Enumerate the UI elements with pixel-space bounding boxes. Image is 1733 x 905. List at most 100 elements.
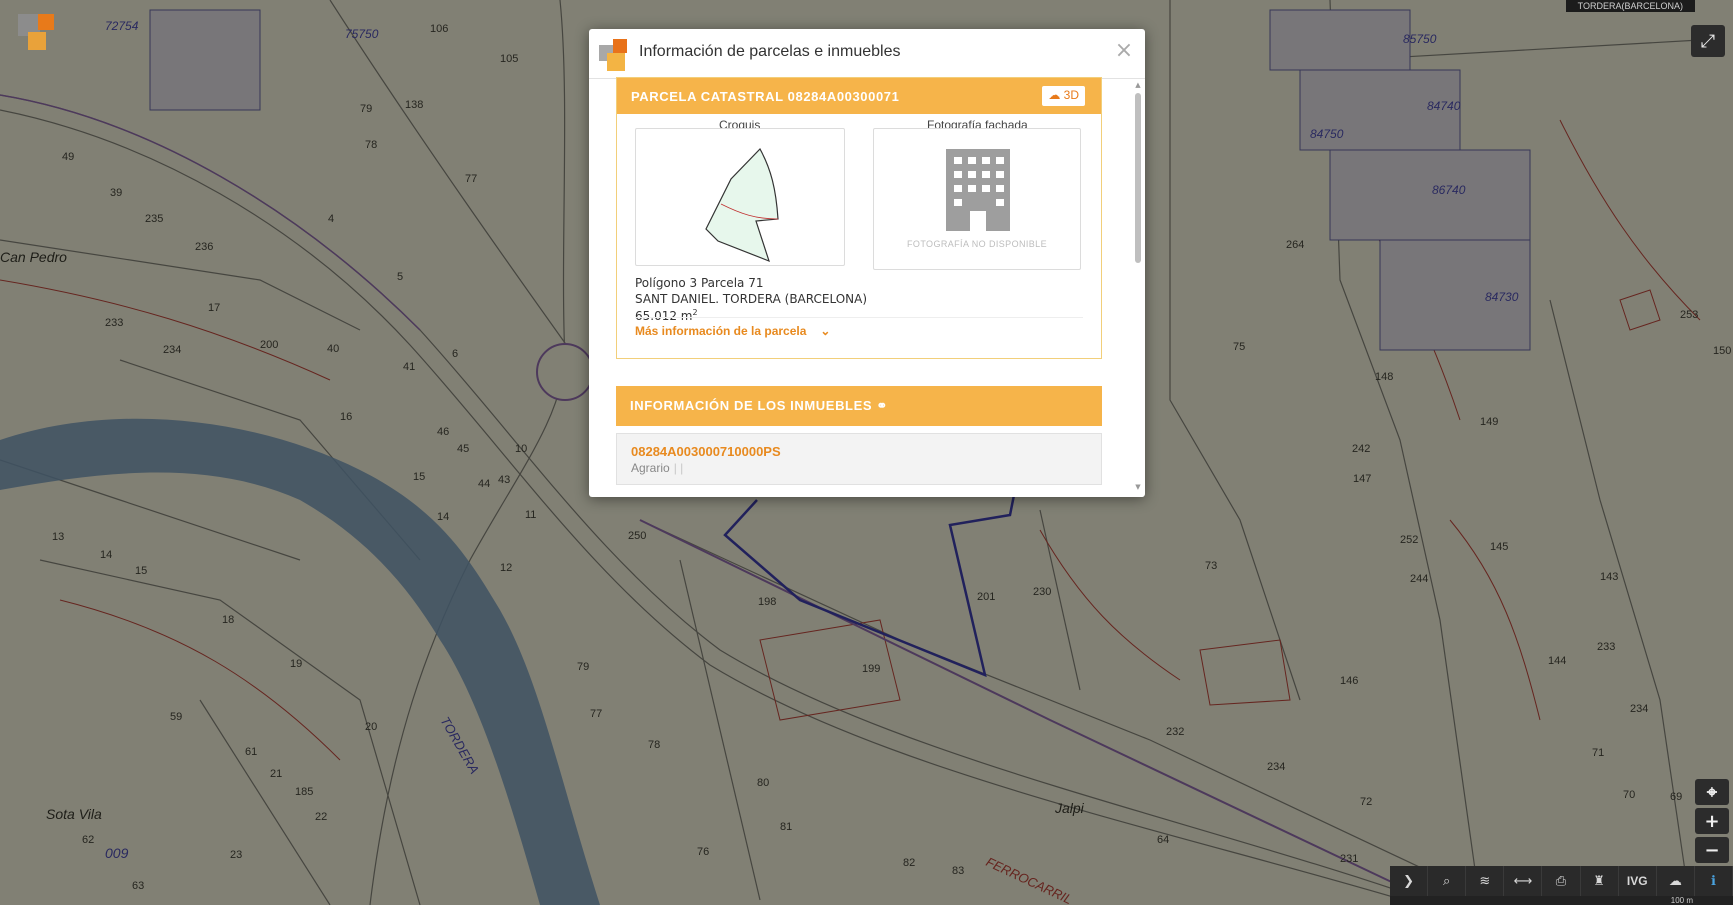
svg-text:72754: 72754 <box>105 19 139 33</box>
toolbar-collapse-button[interactable]: ❯ <box>1390 866 1429 896</box>
svg-text:253: 253 <box>1680 309 1698 321</box>
view-3d-label: 3D <box>1063 88 1079 102</box>
svg-text:5: 5 <box>397 271 403 283</box>
svg-text:44: 44 <box>478 478 490 490</box>
svg-text:20: 20 <box>365 721 377 733</box>
svg-text:233: 233 <box>1597 641 1615 653</box>
croquis-thumbnail[interactable] <box>635 128 845 266</box>
minus-icon: − <box>1704 839 1720 861</box>
svg-text:244: 244 <box>1410 573 1428 585</box>
scale-bar: 100 m <box>1390 896 1733 905</box>
svg-text:85750: 85750 <box>1403 32 1437 46</box>
svg-text:70: 70 <box>1623 789 1635 801</box>
svg-text:43: 43 <box>498 474 510 486</box>
3d-icon: ☁ <box>1668 873 1682 889</box>
svg-text:86740: 86740 <box>1432 183 1466 197</box>
toolbar-layers-button[interactable]: ≋ <box>1466 866 1505 896</box>
more-info-link[interactable]: Más información de la parcela ⌄ <box>635 324 830 338</box>
svg-text:62: 62 <box>82 834 94 846</box>
zoom-in-button[interactable]: + <box>1695 808 1729 834</box>
dialog-scrollbar[interactable]: ▲ ▼ <box>1134 81 1142 491</box>
svg-text:84750: 84750 <box>1310 127 1344 141</box>
svg-text:15: 15 <box>135 565 147 577</box>
svg-text:59: 59 <box>170 711 182 723</box>
svg-text:FERROCARRIL: FERROCARRIL <box>984 854 1075 905</box>
link-icon[interactable]: ⚭ <box>876 398 888 413</box>
svg-text:75: 75 <box>1233 341 1245 353</box>
svg-text:230: 230 <box>1033 586 1051 598</box>
scroll-down-icon[interactable]: ▼ <box>1134 483 1142 491</box>
toolbar-measure-button[interactable]: ⟷ <box>1504 866 1543 896</box>
catastro-logo <box>18 14 58 52</box>
building-icon <box>946 149 1010 231</box>
toolbar-3d-button[interactable]: ☁ <box>1657 866 1695 896</box>
svg-text:234: 234 <box>1267 761 1285 773</box>
svg-text:199: 199 <box>862 663 880 675</box>
inmueble-reference-link[interactable]: 08284A003000710000PS <box>631 444 781 459</box>
svg-text:19: 19 <box>290 658 302 670</box>
parcel-sketch <box>705 147 779 263</box>
toolbar-print-button[interactable]: ⎙ <box>1542 866 1581 896</box>
zoom-out-button[interactable]: − <box>1695 837 1729 863</box>
fullscreen-button[interactable]: ⤢ <box>1691 25 1725 57</box>
parcel-header: PARCELA CATASTRAL 08284A00300071 ☁ 3D <box>617 78 1101 114</box>
svg-text:Can Pedro: Can Pedro <box>0 249 67 265</box>
plus-icon: + <box>1704 810 1720 832</box>
svg-text:198: 198 <box>758 596 776 608</box>
toolbar-search-button[interactable]: ⌕ <box>1428 866 1467 896</box>
scroll-up-icon[interactable]: ▲ <box>1134 81 1142 89</box>
svg-text:77: 77 <box>465 173 477 185</box>
close-button[interactable]: × <box>1113 39 1135 63</box>
svg-text:84730: 84730 <box>1485 290 1519 304</box>
svg-text:49: 49 <box>62 151 74 163</box>
svg-text:21: 21 <box>270 768 282 780</box>
svg-text:69: 69 <box>1670 791 1682 803</box>
svg-text:71: 71 <box>1592 747 1604 759</box>
parcel-area: 65.012 m2 <box>635 308 698 323</box>
svg-text:39: 39 <box>110 187 122 199</box>
svg-text:009: 009 <box>105 845 129 861</box>
svg-text:150: 150 <box>1713 345 1731 357</box>
toolbar-ivg-button[interactable]: IVG <box>1619 866 1657 896</box>
parcel-location: SANT DANIEL. TORDERA (BARCELONA) <box>635 292 868 306</box>
svg-text:233: 233 <box>105 317 123 329</box>
municipality-label: TORDERA(BARCELONA) <box>1565 0 1695 12</box>
svg-text:149: 149 <box>1480 416 1498 428</box>
svg-text:77: 77 <box>590 708 602 720</box>
svg-text:201: 201 <box>977 591 995 603</box>
svg-text:200: 200 <box>260 339 278 351</box>
inmueble-use-label: Agrario <box>631 461 670 475</box>
svg-text:61: 61 <box>245 746 257 758</box>
scroll-thumb[interactable] <box>1135 93 1141 263</box>
svg-text:17: 17 <box>208 302 220 314</box>
svg-text:11: 11 <box>525 509 536 521</box>
toolbar-cadastre-button[interactable]: ♜ <box>1581 866 1619 896</box>
svg-text:236: 236 <box>195 241 213 253</box>
svg-text:18: 18 <box>222 614 234 626</box>
svg-text:232: 232 <box>1166 726 1184 738</box>
chevron-down-icon: ⌄ <box>820 324 831 338</box>
svg-text:235: 235 <box>145 213 163 225</box>
toolbar-info-button[interactable]: ℹ <box>1695 866 1733 896</box>
locate-button[interactable]: ⌖ <box>1695 779 1729 805</box>
info-icon: ℹ <box>1710 873 1716 889</box>
divider <box>635 317 1083 318</box>
inmueble-list-item[interactable]: 08284A003000710000PS Agrario | | <box>616 433 1102 485</box>
svg-text:72: 72 <box>1360 796 1372 808</box>
view-3d-button[interactable]: ☁ 3D <box>1042 86 1085 106</box>
map-toolbar: ❯ ⌕ ≋ ⟷ ⎙ ♜ IVG ☁ ℹ <box>1390 866 1733 896</box>
parcel-card: PARCELA CATASTRAL 08284A00300071 ☁ 3D Cr… <box>616 77 1102 359</box>
svg-text:41: 41 <box>403 361 415 373</box>
svg-text:12: 12 <box>500 562 512 574</box>
expand-icon: ⤢ <box>1700 30 1716 52</box>
svg-text:23: 23 <box>230 849 242 861</box>
svg-text:234: 234 <box>1630 703 1648 715</box>
svg-text:76: 76 <box>697 846 709 858</box>
svg-text:63: 63 <box>132 880 144 892</box>
svg-text:4: 4 <box>328 213 334 225</box>
inmueble-use: Agrario | | <box>631 461 683 475</box>
parcel-info-dialog: Información de parcelas e inmuebles × ▲ … <box>589 29 1145 497</box>
svg-text:252: 252 <box>1400 534 1418 546</box>
svg-text:79: 79 <box>577 661 589 673</box>
layers-icon: ≋ <box>1479 873 1491 889</box>
